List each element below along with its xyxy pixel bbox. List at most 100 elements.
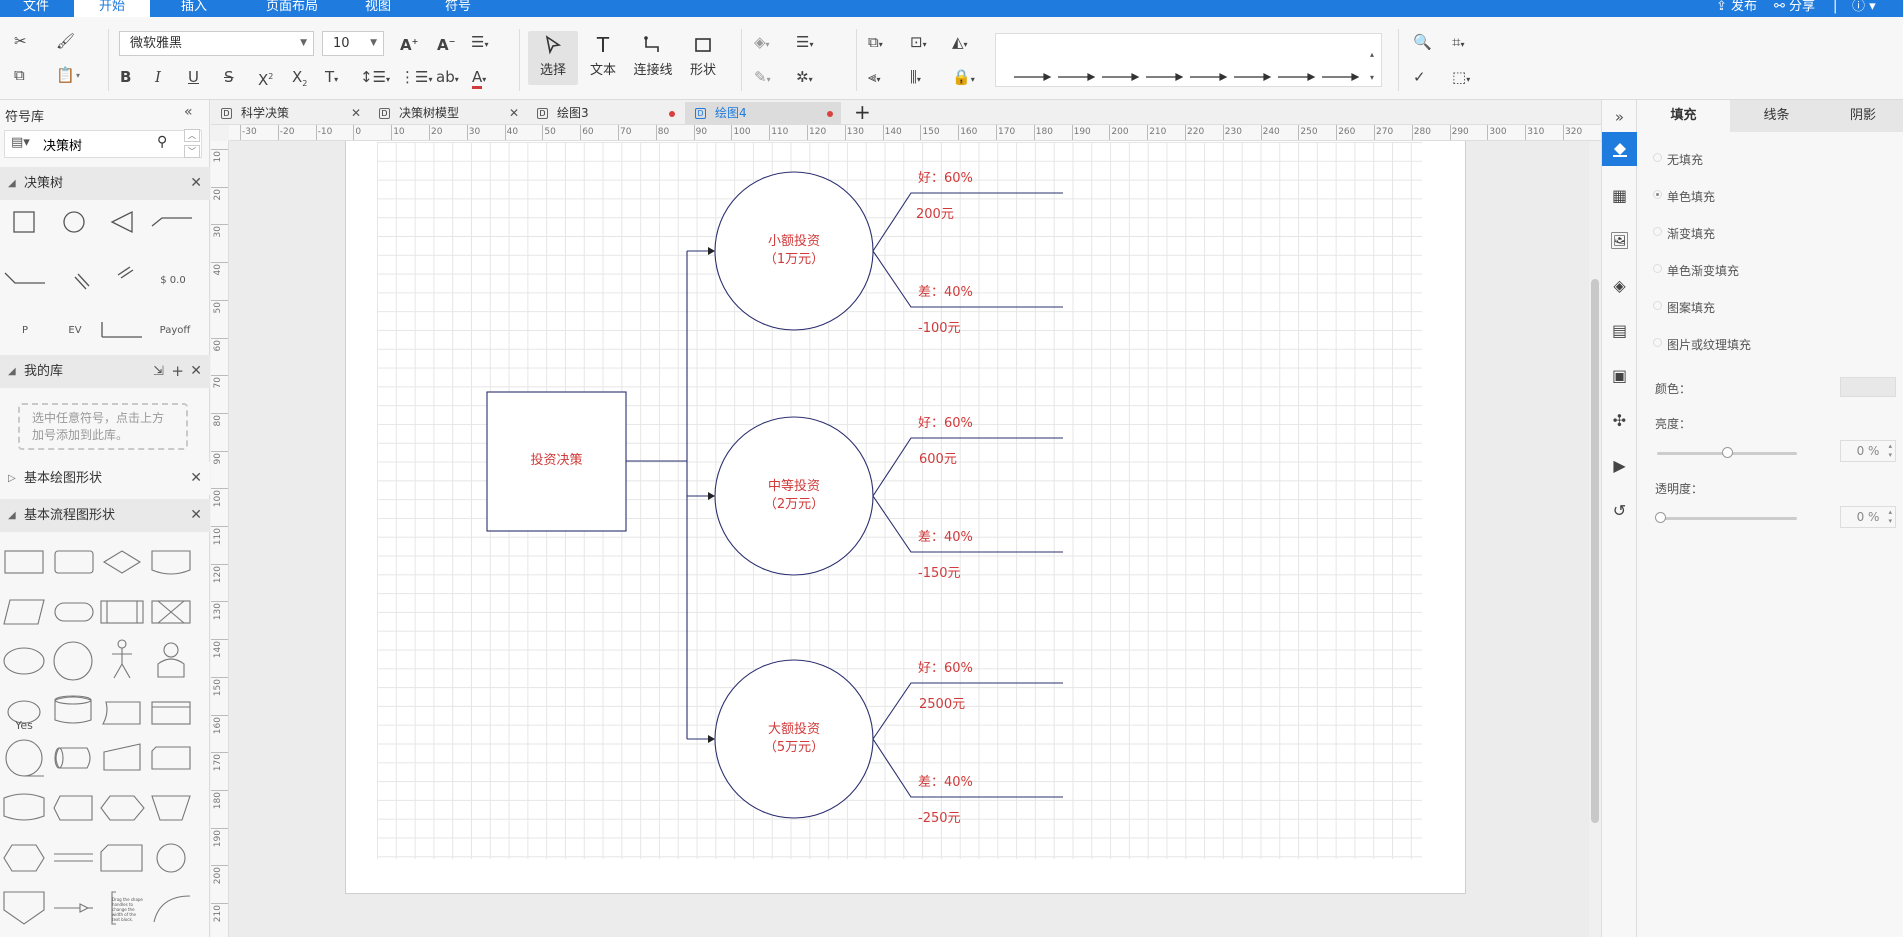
node-1-label[interactable]: 小额投资 （1万元） xyxy=(715,233,873,269)
close-section-icon[interactable]: ✕ xyxy=(190,462,202,495)
fill-style-icon[interactable] xyxy=(1602,132,1637,166)
fill-bucket-icon[interactable]: ◈▾ xyxy=(754,32,770,55)
line-spacing-icon[interactable]: ↕☰▾ xyxy=(360,67,390,90)
decrease-font-icon[interactable]: A− xyxy=(437,32,455,55)
node-2-good-label[interactable]: 好：60% xyxy=(918,412,973,431)
replace-shape-icon[interactable]: ⬚▾ xyxy=(1452,67,1470,90)
image-icon[interactable]: 🖼 xyxy=(1602,223,1637,257)
share-button[interactable]: ⚯ 分享 xyxy=(1774,0,1815,17)
node-2-label[interactable]: 中等投资 （2万元） xyxy=(715,478,873,514)
connector-tool[interactable]: 连接线 xyxy=(628,31,678,78)
italic-icon[interactable]: I xyxy=(155,67,161,87)
text-tool[interactable]: T 文本 xyxy=(578,31,628,78)
effects-icon[interactable]: ✲▾ xyxy=(796,67,813,90)
scroll-up-icon[interactable]: ︿ xyxy=(184,129,200,142)
history-icon[interactable]: ↺ xyxy=(1602,493,1637,527)
increase-font-icon[interactable]: A+ xyxy=(400,32,418,55)
fill-option-gradient[interactable]: 渐变填充 xyxy=(1653,225,1715,242)
lock-icon[interactable]: 🔒▾ xyxy=(952,67,975,90)
group-icon[interactable]: ⊡▾ xyxy=(910,32,927,55)
underline-icon[interactable]: U xyxy=(188,67,199,87)
grid-layout-icon[interactable]: ▦ xyxy=(1602,178,1637,212)
crop-icon[interactable]: ⌗▾ xyxy=(1452,32,1464,55)
close-section-icon[interactable]: ✕ xyxy=(190,499,202,532)
fill-option-solid[interactable]: 单色填充 xyxy=(1653,188,1715,205)
spinner-icon[interactable]: ▴ ▾ xyxy=(1888,508,1892,526)
expand-panel-icon[interactable]: » xyxy=(1602,100,1637,134)
distribute-icon[interactable]: ⫼▾ xyxy=(910,67,921,90)
node-3-label[interactable]: 大额投资 （5万元） xyxy=(715,721,873,757)
text-highlight-icon[interactable]: ab▾ xyxy=(436,67,459,90)
node-3-good-value[interactable]: 2500元 xyxy=(919,693,965,712)
shape-tool[interactable]: 形状 xyxy=(678,31,728,78)
section-my-library[interactable]: ◢ 我的库 ⇲ + ✕ xyxy=(0,355,210,388)
copy-icon[interactable]: ⧉ xyxy=(14,65,25,85)
node-3-good-label[interactable]: 好：60% xyxy=(918,657,973,676)
page-icon[interactable]: ▤ xyxy=(1602,313,1637,347)
node-1-bad-value[interactable]: -100元 xyxy=(918,317,961,336)
transparency-knob[interactable] xyxy=(1655,512,1666,523)
close-tab-icon[interactable]: ✕ xyxy=(351,102,361,125)
font-size-select[interactable]: 10 ▼ xyxy=(322,31,384,56)
tab-line[interactable]: 线条 xyxy=(1730,100,1823,132)
paste-icon[interactable]: 📋 xyxy=(56,65,75,85)
drawing-canvas[interactable]: 投资决策 小额投资 （1万元） 中等投资 （2万元） 大额投资 （5万元） 好：60%… xyxy=(229,141,1589,937)
close-tab-icon[interactable]: ✕ xyxy=(509,102,519,125)
brightness-input[interactable]: 0 % ▴ ▾ xyxy=(1840,440,1896,462)
node-1-good-label[interactable]: 好：60% xyxy=(918,167,973,186)
find-replace-icon[interactable]: 🔍 xyxy=(1413,32,1432,52)
shape-probability[interactable]: P xyxy=(10,320,40,340)
spinner-icon[interactable]: ▴ ▾ xyxy=(1888,442,1892,460)
fill-option-mono-gradient[interactable]: 单色渐变填充 xyxy=(1653,262,1739,279)
scroll-down-icon[interactable]: ﹀ xyxy=(184,145,200,158)
subscript-icon[interactable]: X2 xyxy=(292,67,307,94)
import-icon[interactable]: ⇲ xyxy=(153,355,164,388)
section-decision-tree[interactable]: ◢ 决策树 ✕ xyxy=(0,167,210,200)
align-icon[interactable]: ☰▾ xyxy=(471,32,488,55)
superscript-icon[interactable]: X2 xyxy=(258,67,273,90)
shape-value-label[interactable]: $ 0.0 xyxy=(155,270,191,290)
fill-option-picture[interactable]: 图片或纹理填充 xyxy=(1653,336,1751,353)
node-1-bad-label[interactable]: 差：40% xyxy=(918,281,973,300)
tab-doc-1[interactable]: D 科学决策 ✕ xyxy=(211,102,367,125)
font-family-select[interactable]: 微软雅黑 ▼ xyxy=(119,31,314,56)
shape-expected-value[interactable]: EV xyxy=(60,320,90,340)
layers-icon[interactable]: ◈ xyxy=(1602,268,1637,302)
tab-doc-4[interactable]: D 绘图4 xyxy=(685,102,841,125)
line-style-gallery[interactable]: ▴ ▾ xyxy=(995,33,1382,87)
bring-front-icon[interactable]: ⧉▾ xyxy=(868,32,883,55)
vertical-scrollbar[interactable] xyxy=(1589,141,1601,937)
collapse-panel-icon[interactable]: « xyxy=(184,104,193,120)
transparency-input[interactable]: 0 % ▴ ▾ xyxy=(1840,506,1896,528)
node-3-bad-label[interactable]: 差：40% xyxy=(918,771,973,790)
close-section-icon[interactable]: ✕ xyxy=(190,167,202,200)
menu-file[interactable]: 文件 xyxy=(16,0,56,17)
menu-home[interactable]: 开始 xyxy=(74,0,150,17)
node-3-bad-value[interactable]: -250元 xyxy=(918,807,961,826)
library-menu-icon[interactable]: ▤▾ xyxy=(11,135,30,150)
node-1-good-value[interactable]: 200元 xyxy=(916,203,954,222)
list-icon[interactable]: ⋮☰▾ xyxy=(400,67,432,90)
node-2-good-value[interactable]: 600元 xyxy=(919,448,957,467)
section-basic-flowchart[interactable]: ◢ 基本流程图形状 ✕ xyxy=(0,499,210,532)
menu-symbol[interactable]: 符号 xyxy=(438,0,478,17)
spell-check-icon[interactable]: ✓ xyxy=(1413,67,1426,87)
close-section-icon[interactable]: ✕ xyxy=(190,355,202,388)
bold-icon[interactable]: B xyxy=(120,67,131,87)
node-2-bad-value[interactable]: -150元 xyxy=(918,562,961,581)
tab-fill[interactable]: 填充 xyxy=(1637,100,1730,132)
menu-view[interactable]: 视图 xyxy=(358,0,398,17)
brightness-knob[interactable] xyxy=(1722,447,1733,458)
tab-doc-2[interactable]: D 决策树模型 ✕ xyxy=(369,102,525,125)
strikethrough-icon[interactable]: S xyxy=(224,67,234,87)
tab-doc-3[interactable]: D 绘图3 xyxy=(527,102,683,125)
add-icon[interactable]: + xyxy=(171,355,184,388)
search-icon[interactable]: ⚲ xyxy=(157,134,167,150)
root-label[interactable]: 投资决策 xyxy=(487,452,626,470)
cut-icon[interactable]: ✂ xyxy=(14,31,27,51)
shape-text-block[interactable]: Drag the shape handles to change the wid… xyxy=(112,893,144,925)
select-tool[interactable]: 选择 xyxy=(528,31,578,85)
help-icon[interactable]: ⓘ ▾ xyxy=(1852,0,1876,17)
text-style-icon[interactable]: T▾ xyxy=(325,67,338,90)
tab-shadow[interactable]: 阴影 xyxy=(1823,100,1903,132)
